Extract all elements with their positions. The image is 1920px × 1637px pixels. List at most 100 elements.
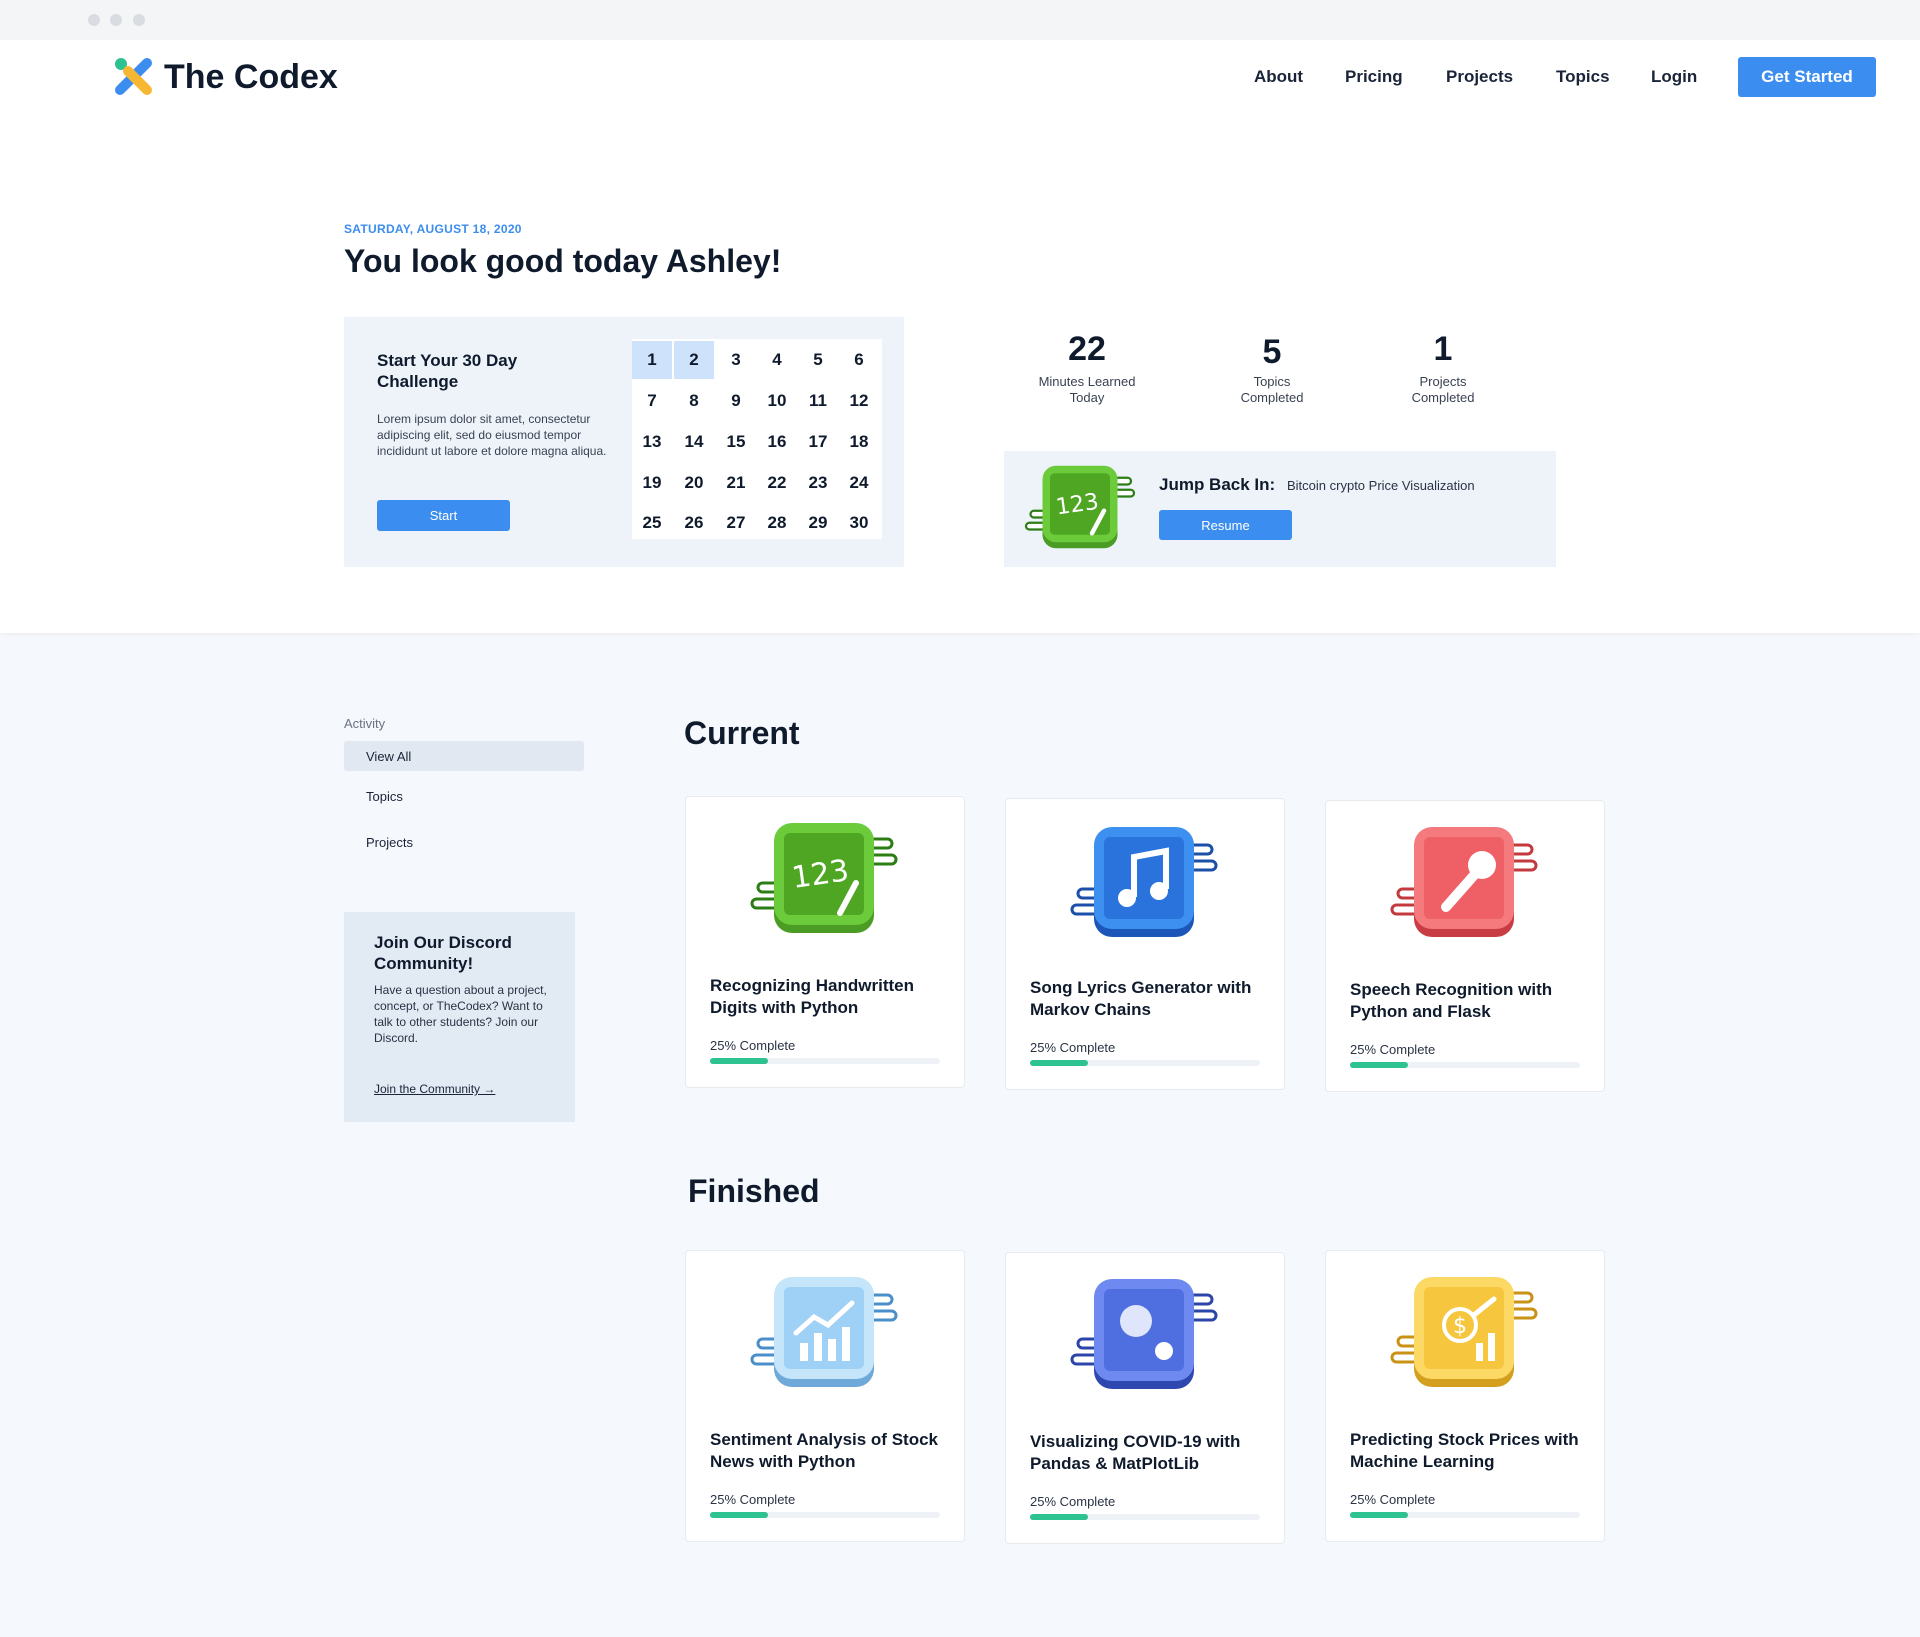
calendar-day[interactable]: 25 (632, 504, 672, 542)
project-title: Song Lyrics Generator with Markov Chains (1030, 978, 1252, 1019)
project-card[interactable]: Sentiment Analysis of Stock News with Py… (685, 1250, 965, 1542)
challenge-calendar: 1 2 3 4 5 6 7 8 9 10 11 12 13 14 15 16 17 18 19 20 21 22 23 24 2… (632, 339, 882, 539)
jump-back-title: Jump Back In: (1159, 475, 1276, 494)
progress-bar-fill (710, 1512, 768, 1518)
challenge-title: Start Your 30 Day Challenge (377, 351, 518, 391)
get-started-button[interactable]: Get Started (1738, 57, 1876, 97)
numbers-chalkboard-icon: 123 (750, 823, 898, 933)
calendar-day[interactable]: 4 (757, 341, 797, 379)
stat-value: 1 (1433, 330, 1453, 368)
window-dot-icon (110, 14, 122, 26)
calendar-day[interactable]: 7 (632, 382, 672, 420)
progress-label: 25% Complete (1030, 1040, 1116, 1055)
hero-section (0, 40, 1920, 633)
svg-text:$: $ (1453, 1314, 1467, 1339)
discord-title: Join Our Discord Community! (374, 933, 512, 973)
calendar-day[interactable]: 6 (839, 341, 879, 379)
calendar-day[interactable]: 10 (757, 382, 797, 420)
progress-bar-fill (710, 1058, 768, 1064)
project-title: Predicting Stock Prices with Machine Lea… (1350, 1430, 1579, 1471)
brand-logo[interactable]: The Codex (114, 57, 338, 97)
calendar-day[interactable]: 2 (674, 341, 714, 379)
calendar-day[interactable]: 20 (674, 464, 714, 502)
jump-back-card: 123 Jump Back In: Bitcoin crypto Price V… (1004, 451, 1556, 567)
project-title: Sentiment Analysis of Stock News with Py… (710, 1430, 938, 1471)
project-card[interactable]: 123 Recognizing Handwritten Digits with … (685, 796, 965, 1088)
calendar-day[interactable]: 24 (839, 464, 879, 502)
project-card[interactable]: $ Predicting Stock Prices with Machine L… (1325, 1250, 1605, 1542)
stat-label: Projects Completed (1411, 374, 1475, 405)
calendar-day[interactable]: 3 (716, 341, 756, 379)
calendar-day[interactable]: 16 (757, 423, 797, 461)
challenge-description: Lorem ipsum dolor sit amet, consectetur … (377, 412, 607, 458)
calendar-day[interactable]: 1 (632, 341, 672, 379)
nav-login[interactable]: Login (1651, 67, 1697, 87)
project-title: Speech Recognition with Python and Flask (1350, 980, 1553, 1021)
progress-bar (710, 1058, 940, 1064)
microphone-icon (1390, 827, 1538, 937)
progress-label: 25% Complete (1350, 1042, 1436, 1057)
dollar-growth-icon: $ (1390, 1277, 1538, 1387)
project-card[interactable]: Song Lyrics Generator with Markov Chains… (1005, 798, 1285, 1090)
progress-label: 25% Complete (1030, 1494, 1116, 1509)
brand-name: The Codex (164, 57, 338, 96)
join-community-link[interactable]: Join the Community → (374, 1082, 495, 1096)
calendar-day[interactable]: 12 (839, 382, 879, 420)
calendar-day[interactable]: 26 (674, 504, 714, 542)
current-heading: Current (684, 715, 800, 751)
progress-label: 25% Complete (710, 1492, 796, 1507)
project-title: Visualizing COVID-19 with Pandas & MatPl… (1030, 1432, 1241, 1473)
project-title: Recognizing Handwritten Digits with Pyth… (710, 976, 914, 1017)
nav-projects[interactable]: Projects (1446, 67, 1513, 87)
finished-heading: Finished (688, 1173, 820, 1209)
calendar-day[interactable]: 19 (632, 464, 672, 502)
greeting-heading: You look good today Ashley! (344, 243, 782, 279)
calendar-day[interactable]: 23 (798, 464, 838, 502)
filter-view-all[interactable]: View All (344, 741, 584, 771)
resume-button[interactable]: Resume (1159, 510, 1292, 540)
calendar-day[interactable]: 5 (798, 341, 838, 379)
current-date: SATURDAY, AUGUST 18, 2020 (344, 222, 522, 236)
calendar-day[interactable]: 28 (757, 504, 797, 542)
calendar-day[interactable]: 29 (798, 504, 838, 542)
project-card[interactable]: Visualizing COVID-19 with Pandas & MatPl… (1005, 1252, 1285, 1544)
calendar-day[interactable]: 27 (716, 504, 756, 542)
progress-bar-fill (1350, 1062, 1408, 1068)
music-note-icon (1070, 827, 1218, 937)
progress-bar (1350, 1512, 1580, 1518)
progress-bar-fill (1030, 1060, 1088, 1066)
calendar-day[interactable]: 9 (716, 382, 756, 420)
calendar-day[interactable]: 30 (839, 504, 879, 542)
calendar-day[interactable]: 14 (674, 423, 714, 461)
progress-bar (710, 1512, 940, 1518)
nav-topics[interactable]: Topics (1556, 67, 1610, 87)
stat-value: 22 (1068, 330, 1106, 368)
browser-chrome (0, 0, 1920, 40)
stat-value: 5 (1262, 333, 1282, 371)
calendar-day[interactable]: 11 (798, 382, 838, 420)
calendar-day[interactable]: 17 (798, 423, 838, 461)
progress-bar (1030, 1060, 1260, 1066)
start-challenge-button[interactable]: Start (377, 500, 510, 531)
jump-back-project[interactable]: Bitcoin crypto Price Visualization (1287, 478, 1475, 493)
progress-label: 25% Complete (710, 1038, 796, 1053)
virus-icon (1070, 1279, 1218, 1389)
calendar-day[interactable]: 22 (757, 464, 797, 502)
calendar-day[interactable]: 21 (716, 464, 756, 502)
stat-label: Topics Completed (1240, 374, 1304, 405)
calendar-day[interactable]: 13 (632, 423, 672, 461)
window-dot-icon (133, 14, 145, 26)
numbers-chalkboard-icon: 123 (1024, 465, 1136, 549)
calendar-day[interactable]: 8 (674, 382, 714, 420)
nav-pricing[interactable]: Pricing (1345, 67, 1403, 87)
calendar-day[interactable]: 15 (716, 423, 756, 461)
window-dot-icon (88, 14, 100, 26)
activity-heading: Activity (344, 716, 386, 731)
filter-topics[interactable]: Topics (344, 781, 584, 811)
nav-about[interactable]: About (1254, 67, 1303, 87)
stat-label: Minutes Learned Today (1038, 374, 1136, 405)
filter-projects[interactable]: Projects (344, 827, 584, 857)
project-card[interactable]: Speech Recognition with Python and Flask… (1325, 800, 1605, 1092)
progress-label: 25% Complete (1350, 1492, 1436, 1507)
calendar-day[interactable]: 18 (839, 423, 879, 461)
